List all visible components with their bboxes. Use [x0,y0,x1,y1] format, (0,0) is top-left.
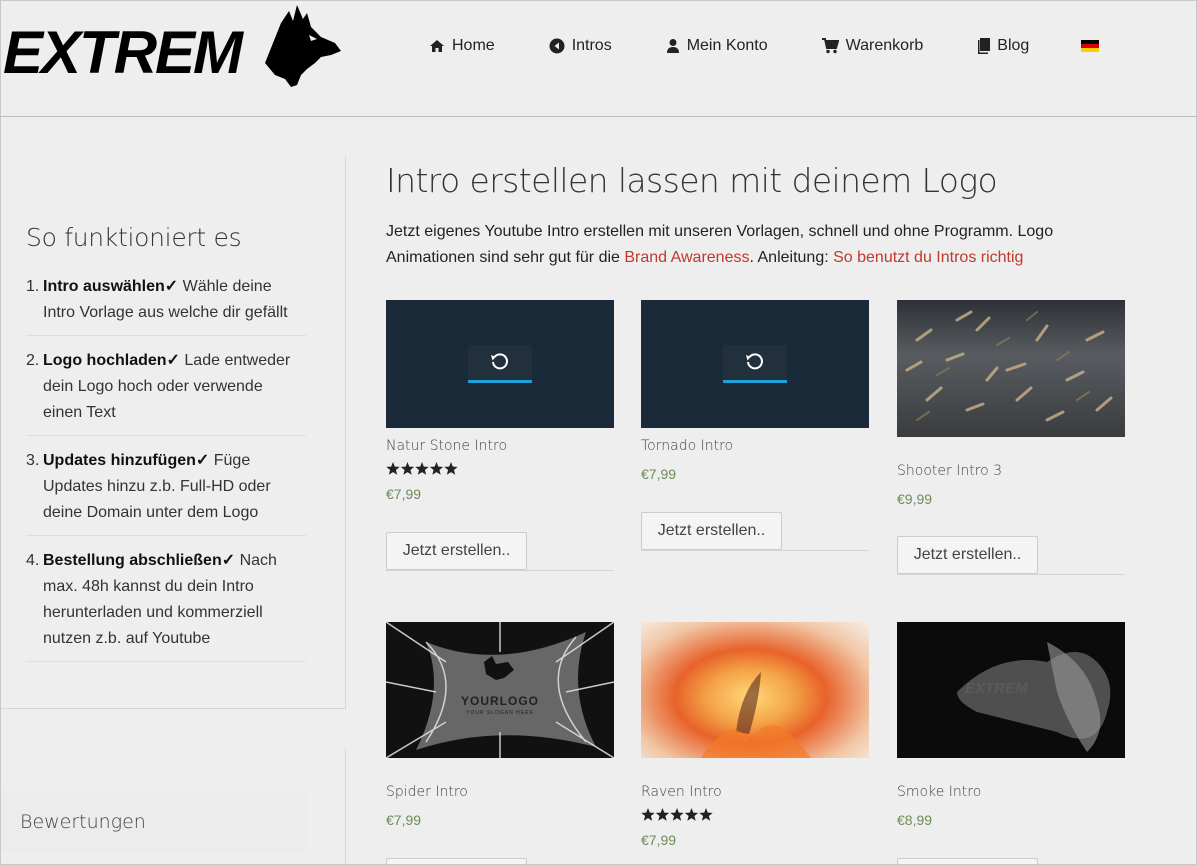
steps-list: 1. Intro auswählen✓ Wähle deine Intro Vo… [26,274,306,674]
product-card: YOURLOGO YOUR SLOGAN HERE Spider Intro €… [386,622,614,864]
product-name[interactable]: Tornado Intro [641,438,869,454]
create-button[interactable]: Jetzt erstellen.. [897,536,1038,574]
smoke-logo-text: EXTREM [965,680,1028,697]
product-price: €7,99 [641,832,677,848]
product-price: €8,99 [897,812,933,828]
product-card: Raven Intro €7,99 [641,622,869,848]
spider-web-image [386,622,614,758]
create-button[interactable]: Jetzt erstellen.. [386,532,527,570]
yourlogo-text: YOURLOGO [460,694,539,708]
product-thumbnail[interactable] [897,300,1125,437]
replay-icon [491,353,508,370]
main-nav: Home Intros Mein Konto Warenkorb Blog [429,35,1100,57]
brand-awareness-link[interactable]: Brand Awareness [624,249,749,266]
product-card: Tornado Intro €7,99 Jetzt erstellen.. [641,300,869,551]
replay-button[interactable] [723,345,787,383]
card-divider [386,570,614,571]
product-card: EXTREM Smoke Intro €8,99 [897,622,1125,864]
step-title: Bestellung abschließen✓ [43,552,236,569]
product-thumbnail[interactable]: YOURLOGO YOUR SLOGAN HERE [386,622,614,758]
user-icon [666,39,679,53]
site-logo[interactable]: EXTREM [1,1,346,96]
site-header: EXTREM Home Intros Mein Konto Warenkorb [1,1,1196,117]
nav-intros[interactable]: Intros [549,37,612,55]
german-flag-icon[interactable] [1081,40,1100,52]
star-icon [641,808,713,821]
wolf-head-icon [265,5,341,87]
nav-cart[interactable]: Warenkorb [821,37,924,55]
product-price: €7,99 [386,812,422,828]
product-price: €7,99 [641,466,677,482]
step-number: 2. [26,352,40,369]
card-divider [897,574,1125,575]
product-video[interactable] [386,300,614,428]
nav-blog[interactable]: Blog [977,37,1029,55]
how-it-works-panel: So funktioniert es 1. Intro auswählen✓ W… [1,156,346,709]
product-price: €9,99 [897,491,933,507]
ratings-title: Bewertungen [20,811,146,833]
replay-button[interactable] [468,345,532,383]
book-icon [978,38,991,54]
product-name[interactable]: Shooter Intro 3 [897,463,1125,479]
page: EXTREM Home Intros Mein Konto Warenkorb [0,0,1197,865]
product-thumbnail[interactable]: EXTREM [897,622,1125,758]
step-item: 3. Updates hinzufügen✓ Füge Updates hinz… [26,448,306,536]
step-item: 4. Bestellung abschließen✓ Nach max. 48h… [26,548,306,662]
nav-home[interactable]: Home [429,37,495,55]
step-item: 1. Intro auswählen✓ Wähle deine Intro Vo… [26,274,306,336]
yourlogo-slogan: YOUR SLOGAN HERE [466,710,534,716]
product-name[interactable]: Natur Stone Intro [386,438,614,454]
create-button[interactable] [897,858,1038,864]
create-button[interactable] [386,858,527,864]
product-name[interactable]: Spider Intro [386,784,614,800]
intro-text-2: . Anleitung: [749,249,834,266]
how-it-works-title: So funktioniert es [26,223,242,252]
create-button[interactable]: Jetzt erstellen.. [641,512,782,550]
page-title: Intro erstellen lassen mit deinem Logo [386,161,998,200]
star-rating [386,462,614,476]
star-rating [641,808,869,822]
step-title: Logo hochladen✓ [43,352,180,369]
card-divider [641,550,869,551]
product-card: Shooter Intro 3 €9,99 Jetzt erstellen.. [897,300,1125,575]
star-icon [386,462,458,475]
replay-icon [746,353,763,370]
nav-account[interactable]: Mein Konto [666,37,768,55]
raven-fire-image [701,672,811,758]
step-number: 1. [26,278,40,295]
product-thumbnail[interactable] [641,622,869,758]
step-title: Updates hinzufügen✓ [43,452,210,469]
progress-bar [723,380,787,383]
nav-cart-label: Warenkorb [845,37,924,54]
intro-paragraph: Jetzt eigenes Youtube Intro erstellen mi… [386,219,1086,271]
product-card: Natur Stone Intro €7,99 Jetzt erstellen.… [386,300,614,571]
progress-bar [468,380,532,383]
home-icon [430,40,444,52]
guide-link[interactable]: So benutzt du Intros richtig [833,249,1023,266]
step-number: 4. [26,552,40,569]
product-price: €7,99 [386,486,422,502]
step-title: Intro auswählen✓ [43,278,179,295]
product-video[interactable] [641,300,869,428]
product-name[interactable]: Raven Intro [641,784,869,800]
nav-blog-label: Blog [997,37,1030,54]
cart-icon [821,38,839,54]
step-number: 3. [26,452,40,469]
bullets-image [905,310,1113,422]
logo-text: EXTREM [3,19,243,86]
product-name[interactable]: Smoke Intro [897,784,1125,800]
nav-home-label: Home [452,37,495,54]
play-circle-icon [549,38,565,54]
nav-account-label: Mein Konto [686,37,768,54]
step-item: 2. Logo hochladen✓ Lade entweder dein Lo… [26,348,306,436]
nav-intros-label: Intros [571,37,612,54]
ratings-panel [1,749,346,864]
